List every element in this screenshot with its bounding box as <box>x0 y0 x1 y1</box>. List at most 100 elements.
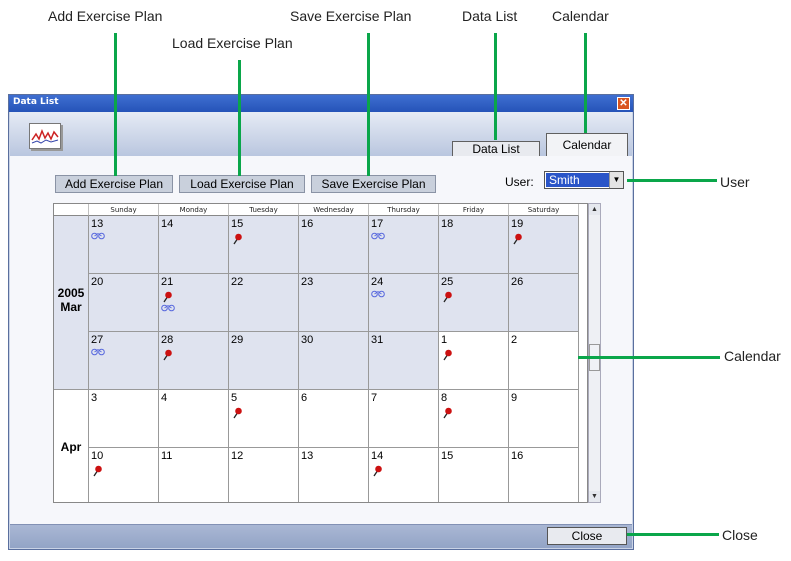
day-number: 26 <box>511 276 524 288</box>
calendar-day-cell[interactable]: 14 <box>369 448 439 502</box>
callout-save-exercise-plan: Save Exercise Plan <box>290 8 412 24</box>
bicycle-icon[interactable] <box>371 290 385 300</box>
leader-add <box>114 33 117 176</box>
calendar-day-cell[interactable]: 21 <box>159 274 229 332</box>
calendar-day-cell[interactable]: 30 <box>299 332 369 390</box>
day-number: 31 <box>371 334 384 346</box>
calendar-day-cell[interactable]: 9 <box>509 390 579 448</box>
bicycle-icon[interactable] <box>371 232 385 242</box>
day-number: 6 <box>301 392 308 404</box>
user-select[interactable]: Smith ▼ <box>544 171 624 189</box>
load-exercise-plan-button[interactable]: Load Exercise Plan <box>179 175 305 193</box>
title-bar: Data List ✕ <box>9 95 633 112</box>
day-number: 3 <box>91 392 98 404</box>
calendar-day-cell[interactable]: 8 <box>439 390 509 448</box>
calendar-day-cell[interactable]: 13 <box>299 448 369 502</box>
calendar-day-cell[interactable]: 28 <box>159 332 229 390</box>
calendar-day-cell[interactable]: 10 <box>89 448 159 502</box>
calendar-day-cell[interactable]: 29 <box>229 332 299 390</box>
calendar-day-cell[interactable]: 11 <box>159 448 229 502</box>
calendar-day-cell[interactable]: 7 <box>369 390 439 448</box>
day-number: 14 <box>161 218 174 230</box>
app-chart-icon <box>29 123 61 149</box>
calendar-day-cell[interactable]: 2 <box>509 332 579 390</box>
day-number: 10 <box>91 450 104 462</box>
calendar-day-cell[interactable]: 16 <box>509 448 579 502</box>
scroll-down-icon[interactable]: ▼ <box>589 491 600 502</box>
day-number: 11 <box>161 450 173 462</box>
pushpin-icon[interactable] <box>513 232 523 245</box>
calendar-day-cell[interactable]: 26 <box>509 274 579 332</box>
save-exercise-plan-button[interactable]: Save Exercise Plan <box>311 175 436 193</box>
window-title: Data List <box>13 97 59 107</box>
add-exercise-plan-button[interactable]: Add Exercise Plan <box>55 175 173 193</box>
day-number: 1 <box>441 334 448 346</box>
day-header-thursday: Thursday <box>369 204 439 216</box>
day-number: 29 <box>231 334 244 346</box>
day-number: 25 <box>441 276 454 288</box>
day-number: 15 <box>441 450 454 462</box>
pushpin-icon[interactable] <box>93 464 103 477</box>
day-header-tuesday: Tuesday <box>229 204 299 216</box>
pushpin-icon[interactable] <box>233 232 243 245</box>
close-button[interactable]: Close <box>547 527 627 545</box>
scroll-up-icon[interactable]: ▲ <box>589 204 600 215</box>
calendar-day-cell[interactable]: 14 <box>159 216 229 274</box>
calendar-day-cell[interactable]: 15 <box>439 448 509 502</box>
bicycle-icon[interactable] <box>91 232 105 242</box>
day-number: 7 <box>371 392 378 404</box>
calendar-day-cell[interactable]: 20 <box>89 274 159 332</box>
pushpin-icon[interactable] <box>443 406 453 419</box>
calendar-day-cell[interactable]: 1 <box>439 332 509 390</box>
day-number: 20 <box>91 276 104 288</box>
pushpin-icon[interactable] <box>373 464 383 477</box>
tab-calendar[interactable]: Calendar <box>546 133 628 158</box>
pushpin-icon[interactable] <box>233 406 243 419</box>
calendar-day-cell[interactable]: 15 <box>229 216 299 274</box>
calendar-day-cell[interactable]: 12 <box>229 448 299 502</box>
calendar-day-cell[interactable]: 31 <box>369 332 439 390</box>
pushpin-icon[interactable] <box>163 290 173 303</box>
calendar-day-cell[interactable]: 17 <box>369 216 439 274</box>
pushpin-icon[interactable] <box>443 348 453 361</box>
callout-user: User <box>720 174 750 190</box>
calendar-day-cell[interactable]: 24 <box>369 274 439 332</box>
bicycle-icon[interactable] <box>161 304 175 314</box>
leader-user <box>627 179 717 182</box>
day-number: 15 <box>231 218 244 230</box>
calendar-day-cell[interactable]: 16 <box>299 216 369 274</box>
day-number: 19 <box>511 218 524 230</box>
day-number: 27 <box>91 334 104 346</box>
calendar-day-cell[interactable]: 19 <box>509 216 579 274</box>
calendar-day-cell[interactable]: 3 <box>89 390 159 448</box>
bicycle-icon[interactable] <box>91 348 105 358</box>
leader-load <box>238 60 241 176</box>
day-number: 14 <box>371 450 384 462</box>
calendar-day-cell[interactable]: 5 <box>229 390 299 448</box>
calendar-day-cell[interactable]: 25 <box>439 274 509 332</box>
pushpin-icon[interactable] <box>443 290 453 303</box>
footer-bar <box>10 524 632 548</box>
calendar-day-cell[interactable]: 4 <box>159 390 229 448</box>
calendar-day-cell[interactable]: 27 <box>89 332 159 390</box>
callout-close: Close <box>722 527 758 543</box>
leader-close <box>627 533 719 536</box>
calendar-day-cell[interactable]: 23 <box>299 274 369 332</box>
day-header-saturday: Saturday <box>509 204 579 216</box>
calendar-grid[interactable]: Sunday Monday Tuesday Wednesday Thursday Frid… <box>53 203 588 503</box>
user-selected-value: Smith <box>546 173 610 187</box>
calendar-day-cell[interactable]: 22 <box>229 274 299 332</box>
leader-calendar-area <box>578 356 720 359</box>
day-number: 30 <box>301 334 314 346</box>
chevron-down-icon[interactable]: ▼ <box>609 172 623 188</box>
calendar-scrollbar[interactable]: ▲ ▼ <box>588 203 601 503</box>
calendar-day-cell[interactable]: 13 <box>89 216 159 274</box>
leader-save <box>367 33 370 176</box>
calendar-day-cell[interactable]: 18 <box>439 216 509 274</box>
pushpin-icon[interactable] <box>163 348 173 361</box>
calendar-day-cell[interactable]: 6 <box>299 390 369 448</box>
callout-add-exercise-plan: Add Exercise Plan <box>48 8 163 24</box>
month-label-apr: Apr <box>54 390 89 502</box>
window-close-icon[interactable]: ✕ <box>617 97 630 110</box>
day-number: 23 <box>301 276 314 288</box>
